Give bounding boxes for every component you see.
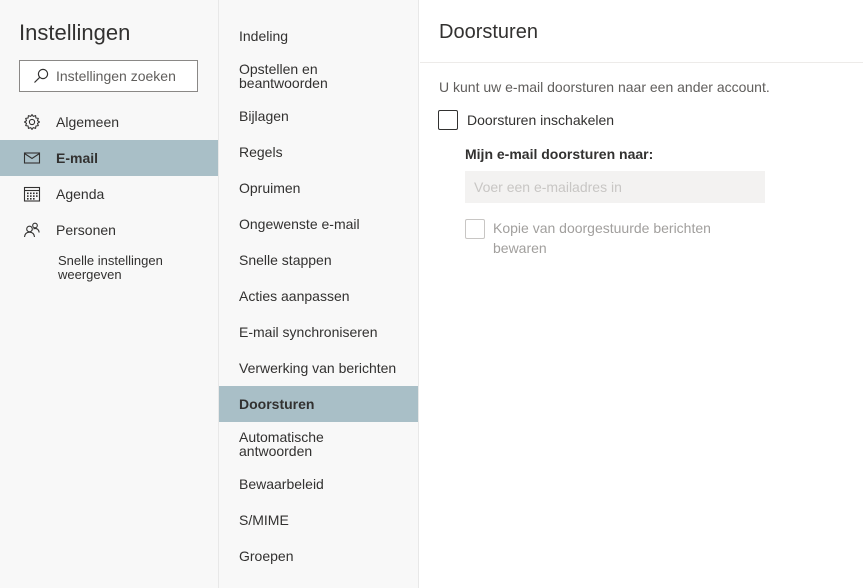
menu-item-compose[interactable]: Opstellen en beantwoorden [219,58,418,94]
menu-item-label: Bewaarbeleid [239,476,324,492]
search-icon [34,68,49,83]
menu-item-quick-steps[interactable]: Snelle stappen [219,242,418,278]
nav-item-label: Personen [56,222,116,238]
enable-forwarding-option[interactable]: Doorsturen inschakelen [438,110,614,130]
forwarding-panel: Doorsturen U kunt uw e-mail doorsturen n… [420,0,863,588]
menu-item-groups[interactable]: Groepen [219,538,418,574]
keep-copy-label: Kopie van doorgestuurde berichten beware… [493,220,711,256]
panel-header: Doorsturen [420,0,863,63]
forward-email-input[interactable] [465,171,765,203]
enable-forwarding-label: Doorsturen inschakelen [467,112,615,128]
settings-sidebar: Instellingen Algemeen E-mail [0,0,219,588]
forward-to-label: Mijn e-mail doorsturen naar: [465,146,654,162]
settings-title: Instellingen [19,20,131,45]
menu-item-label: S/MIME [239,512,289,528]
menu-item-auto-replies[interactable]: Automatische antwoorden [219,426,418,462]
nav-item-people[interactable]: Personen [0,212,218,248]
menu-item-junk[interactable]: Ongewenste e-mail [219,206,418,242]
menu-item-rules[interactable]: Regels [219,134,418,170]
menu-item-sync[interactable]: E-mail synchroniseren [219,314,418,350]
menu-item-smime[interactable]: S/MIME [219,502,418,538]
nav-item-general[interactable]: Algemeen [0,104,218,140]
quick-settings-link[interactable]: Snelle instellingen weergeven [58,254,208,282]
menu-item-attachments[interactable]: Bijlagen [219,98,418,134]
menu-item-label: Acties aanpassen [239,288,350,304]
menu-item-sweep[interactable]: Opruimen [219,170,418,206]
menu-item-label: Opruimen [239,180,301,196]
menu-item-label: Bijlagen [239,108,289,124]
keep-copy-option[interactable]: Kopie van doorgestuurde berichten beware… [465,219,733,258]
menu-item-retention[interactable]: Bewaarbeleid [219,466,418,502]
menu-item-label: Ongewenste e-mail [239,216,360,232]
menu-item-label: E-mail synchroniseren [239,324,378,340]
menu-item-label: Automatische antwoorden [239,429,324,459]
nav-item-email[interactable]: E-mail [0,140,218,176]
menu-item-label: Regels [239,144,283,160]
forwarding-description: U kunt uw e-mail doorsturen naar een and… [439,79,770,95]
menu-item-label: Indeling [239,28,289,44]
nav-item-label: E-mail [56,150,99,166]
gear-icon [23,113,41,131]
enable-forwarding-checkbox[interactable] [438,110,458,130]
calendar-icon [23,185,41,203]
menu-item-label: Snelle stappen [239,252,332,268]
menu-item-label: Verwerking van berichten [239,360,397,376]
menu-item-layout[interactable]: Indeling [219,18,418,54]
people-icon [23,221,41,239]
menu-item-message-handling[interactable]: Verwerking van berichten [219,350,418,386]
menu-item-label: Doorsturen [239,396,315,412]
menu-item-customize-actions[interactable]: Acties aanpassen [219,278,418,314]
panel-title: Doorsturen [439,21,538,43]
menu-item-label: Groepen [239,548,294,564]
menu-item-forwarding[interactable]: Doorsturen [219,386,418,422]
nav-item-calendar[interactable]: Agenda [0,176,218,212]
nav-item-label: Algemeen [56,114,120,130]
nav-item-label: Agenda [56,186,105,202]
menu-item-label: Opstellen en beantwoorden [239,61,328,91]
mail-settings-menu: Indeling Opstellen en beantwoorden Bijla… [219,0,419,588]
settings-search-input[interactable] [56,68,181,84]
mail-icon [23,149,41,167]
settings-search-box[interactable] [19,60,198,92]
keep-copy-checkbox[interactable] [465,219,485,239]
